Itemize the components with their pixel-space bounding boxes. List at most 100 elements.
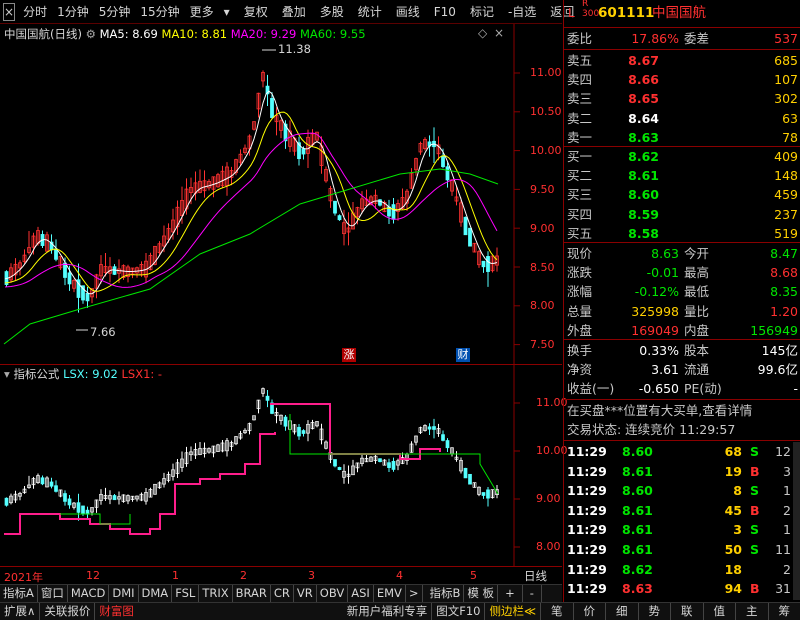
nav-chips[interactable]: 筹 [767, 603, 800, 620]
multi-stock-button[interactable]: 多股 [315, 0, 349, 24]
tab-dma[interactable]: DMA [139, 585, 173, 602]
diamond-icon[interactable]: ◇ [478, 26, 487, 40]
x-label-month: 2 [240, 569, 247, 582]
restore-rights-button[interactable]: 复权 [239, 0, 273, 24]
f10-graphic-button[interactable]: 图文F10 [431, 603, 484, 620]
tab-asi[interactable]: ASI [348, 585, 374, 602]
bid-volume: 459 [774, 187, 798, 203]
tab-indicator-b[interactable]: 指标B [427, 585, 465, 602]
stat-label: 外盘 [567, 322, 593, 338]
tick-row: 11:29 8.60 68 S 12 [564, 442, 800, 461]
sidebar-toggle-button[interactable]: 侧边栏≪ [484, 603, 540, 620]
tick-volume: 45 [724, 502, 742, 518]
bid-row: 买五 8.58 519 [564, 224, 800, 243]
tick-count: 12 [775, 444, 791, 459]
settings-gear-icon[interactable]: ⚙ [86, 27, 96, 41]
tab-emv[interactable]: EMV [374, 585, 406, 602]
statistics-button[interactable]: 统计 [353, 0, 387, 24]
tab-indicator-a[interactable]: 指标A [0, 585, 38, 602]
nav-link[interactable]: 联 [670, 603, 703, 620]
stat-label: 量比 [684, 303, 710, 319]
ask-volume: 63 [782, 110, 798, 126]
nav-trend[interactable]: 势 [637, 603, 671, 620]
bid-price: 8.62 [628, 149, 659, 164]
tab-fsl[interactable]: FSL [172, 585, 200, 602]
more-chevron-icon[interactable]: ▾ [219, 0, 235, 24]
tab-15min[interactable]: 15分钟 [135, 0, 184, 24]
stat-label: 涨幅 [567, 284, 593, 300]
bid-price: 8.59 [628, 206, 659, 222]
tab-cr[interactable]: CR [271, 585, 294, 602]
tab-vr[interactable]: VR [294, 585, 317, 602]
x-label-year: 2021年 [4, 571, 43, 584]
ask-price: 8.66 [628, 72, 659, 88]
tick-volume: 50 [724, 542, 742, 557]
tab-window[interactable]: 窗口 [38, 585, 68, 602]
overlay-button[interactable]: 叠加 [277, 0, 311, 24]
lsx1-step-line [4, 432, 276, 535]
nav-value[interactable]: 值 [702, 603, 736, 620]
tab-intraday[interactable]: 分时 [18, 0, 52, 24]
notice-text[interactable]: 在买盘***位置有大买单,查看详情 [567, 401, 752, 420]
tab-template[interactable]: 模 板 [464, 585, 499, 602]
stat-label: 股本 [684, 343, 710, 358]
remove-window-button[interactable]: - [523, 585, 542, 602]
tab-1min[interactable]: 1分钟 [52, 0, 94, 24]
stat-value: -0.12% [634, 284, 679, 300]
rise-marker[interactable]: 涨 [342, 348, 356, 362]
stat-label: 收益(一) [567, 381, 615, 397]
stat-value: 8.47 [770, 246, 798, 261]
kline-chart[interactable]: 中国国航(日线) ⚙ MA5: 8.69 MA10: 8.81 MA20: 9.… [0, 24, 562, 364]
tab-dmi[interactable]: DMI [109, 585, 139, 602]
stock-name[interactable]: 中国国航 [652, 4, 706, 23]
stat-label: 净资 [567, 362, 593, 378]
remove-watchlist-button[interactable]: -自选 [503, 0, 541, 24]
tab-macd[interactable]: MACD [68, 585, 110, 602]
stock-code[interactable]: 601111 [598, 4, 654, 23]
stat-label: 现价 [567, 246, 593, 261]
chart-close-icon[interactable]: × [494, 26, 504, 40]
tab-next-arrow[interactable]: > [406, 585, 423, 602]
tick-price: 8.61 [622, 502, 653, 518]
f10-button[interactable]: F10 [429, 0, 461, 24]
new-user-benefit-link[interactable]: 新用户福利专享 [343, 603, 432, 620]
stat-label: 最低 [684, 284, 710, 300]
bid-price: 8.60 [628, 187, 659, 203]
nav-detail[interactable]: 细 [605, 603, 638, 620]
nav-price[interactable]: 价 [572, 603, 606, 620]
tick-side: B [750, 463, 760, 479]
tab-5min[interactable]: 5分钟 [94, 0, 136, 24]
tick-time: 11:29 [567, 522, 607, 538]
tick-price: 8.60 [622, 483, 653, 499]
close-icon[interactable]: × [3, 2, 16, 21]
y-tick: 10.50 [530, 105, 562, 118]
nav-main[interactable]: 主 [735, 603, 768, 620]
tab-obv[interactable]: OBV [317, 585, 349, 602]
big-order-notice[interactable]: 在买盘***位置有大买单,查看详情 [564, 401, 800, 420]
kline-canvas[interactable] [0, 24, 562, 364]
draw-line-button[interactable]: 画线 [391, 0, 425, 24]
expand-button[interactable]: 扩展∧ [0, 603, 39, 620]
nav-tick[interactable]: 笔 [540, 603, 573, 620]
indicator-settings-icon[interactable]: ▾ [4, 367, 10, 381]
indicator-body [387, 462, 391, 468]
indicator-chart[interactable]: ▾ 指标公式 LSX: 9.02 LSX1: - 11.00 10.00 9.0… [0, 364, 568, 566]
tab-brar[interactable]: BRAR [233, 585, 271, 602]
period-label[interactable]: 日线 [524, 568, 547, 584]
tick-scrollbar[interactable] [793, 442, 800, 600]
more-periods-button[interactable]: 更多 [185, 0, 219, 24]
stat-value: -0.650 [638, 381, 679, 397]
indicator-canvas[interactable] [0, 364, 562, 566]
wealth-map-button[interactable]: 财富图 [94, 603, 138, 620]
tick-price: 8.61 [622, 522, 653, 538]
related-quotes-button[interactable]: 关联报价 [39, 603, 94, 620]
add-window-button[interactable]: + [498, 585, 523, 602]
ask-price: 8.64 [628, 110, 659, 126]
lr-mark: L [568, 6, 575, 20]
finance-marker[interactable]: 财 [456, 348, 470, 362]
ma5-label: MA5: 8.69 [99, 27, 158, 41]
tick-volume: 19 [724, 463, 742, 479]
tab-trix[interactable]: TRIX [199, 585, 233, 602]
ask-price: 8.65 [628, 91, 659, 107]
mark-button[interactable]: 标记 [465, 0, 499, 24]
